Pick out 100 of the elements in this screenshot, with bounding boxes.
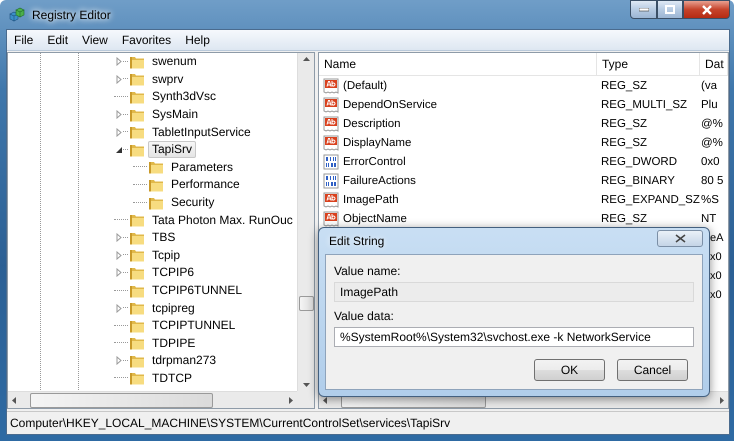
menu-item[interactable]: View xyxy=(75,33,115,47)
value-data: x0 xyxy=(710,270,722,282)
dialog-button[interactable]: OK xyxy=(534,359,605,381)
tree-item[interactable]: TapiSrv xyxy=(148,141,196,158)
value-type: REG_SZ xyxy=(601,136,648,148)
menu-item[interactable]: Edit xyxy=(40,33,76,47)
minimize-button[interactable] xyxy=(630,0,657,19)
string-value-icon xyxy=(323,116,339,132)
folder-icon xyxy=(129,371,145,386)
binary-value-icon xyxy=(323,154,339,170)
folder-icon xyxy=(129,318,145,333)
close-icon xyxy=(674,234,686,243)
close-button[interactable] xyxy=(683,0,730,19)
folder-icon xyxy=(129,213,145,228)
tree-item[interactable]: Tata Photon Max. RunOuc xyxy=(148,212,297,229)
close-icon xyxy=(700,4,712,14)
scroll-down-arrow-icon[interactable] xyxy=(302,381,310,388)
folder-icon xyxy=(129,108,145,122)
string-value-icon xyxy=(323,96,339,112)
expand-arrow-icon[interactable] xyxy=(114,128,123,137)
expand-arrow-icon[interactable] xyxy=(114,250,123,260)
scroll-up-arrow-icon[interactable] xyxy=(302,56,310,63)
scrollbar-thumb[interactable] xyxy=(30,393,213,408)
input-field[interactable]: %SystemRoot%\System32\svchost.exe -k NetworkService xyxy=(334,327,694,347)
scroll-right-arrow-icon[interactable] xyxy=(718,396,725,404)
folder-icon xyxy=(129,142,145,157)
column-header[interactable]: Dat xyxy=(700,53,728,75)
value-data: x0 xyxy=(710,288,722,300)
tree-item[interactable]: swprv xyxy=(148,70,188,88)
tree-item[interactable]: TBS xyxy=(148,229,180,246)
folder-icon xyxy=(129,90,145,104)
tree-item[interactable]: TCPIP6 xyxy=(148,264,198,282)
folder-icon xyxy=(129,266,145,280)
maximize-button[interactable] xyxy=(657,0,683,19)
menu-item[interactable]: Help xyxy=(178,33,217,47)
expand-arrow-icon[interactable] xyxy=(114,110,123,120)
folder-icon xyxy=(129,354,145,368)
vertical-scrollbar[interactable] xyxy=(297,53,314,391)
scroll-left-arrow-icon[interactable] xyxy=(322,396,329,404)
expand-arrow-icon[interactable] xyxy=(114,356,123,366)
value-data: Plu xyxy=(701,98,718,110)
minimize-icon xyxy=(638,8,648,12)
value-data: %S xyxy=(701,194,719,206)
value-name: ObjectName xyxy=(343,212,407,224)
horizontal-scrollbar[interactable] xyxy=(8,391,297,408)
string-value-icon xyxy=(323,192,339,208)
tree-item[interactable]: swenum xyxy=(148,53,201,70)
tree-item[interactable]: Performance xyxy=(167,176,244,194)
folder-icon xyxy=(129,125,145,140)
value-name: FailureActions xyxy=(343,174,416,186)
tree-item[interactable]: Parameters xyxy=(167,158,238,176)
tree-item[interactable]: Tcpip xyxy=(148,246,184,264)
tree-item[interactable]: tcpipreg xyxy=(148,300,199,317)
binary-value-icon xyxy=(323,172,339,188)
value-type: REG_MULTI_SZ xyxy=(601,98,688,110)
value-name: ImagePath xyxy=(343,194,399,206)
expand-arrow-icon[interactable] xyxy=(114,57,123,66)
close-button[interactable] xyxy=(657,230,703,247)
column-header[interactable]: Type xyxy=(597,53,700,75)
tree-item[interactable]: SysMain xyxy=(148,106,202,124)
tree-item[interactable]: TabletInputService xyxy=(148,124,255,141)
scrollbar-thumb[interactable] xyxy=(299,296,314,311)
value-data: (va xyxy=(701,80,717,92)
value-type: REG_SZ xyxy=(601,212,648,224)
tree-item[interactable]: TCPIPTUNNEL xyxy=(148,317,240,334)
input-field[interactable]: ImagePath xyxy=(334,282,694,302)
value-name: DisplayName xyxy=(343,136,412,148)
folder-icon xyxy=(129,54,145,69)
value-data: @% xyxy=(701,118,723,130)
menu-item[interactable]: Favorites xyxy=(114,33,178,47)
tree-item[interactable]: tdrpman273 xyxy=(148,352,220,370)
value-data: eA xyxy=(710,232,724,244)
menu-item[interactable]: File xyxy=(7,33,40,47)
value-type: REG_BINARY xyxy=(601,174,675,186)
expand-arrow-icon[interactable] xyxy=(114,233,123,242)
tree-item[interactable]: TDTCP xyxy=(148,370,196,387)
string-value-icon xyxy=(323,210,339,226)
value-data: 0x0 xyxy=(701,156,720,168)
dialog-title: Edit String xyxy=(328,234,384,248)
expand-arrow-icon[interactable] xyxy=(114,74,123,84)
collapse-arrow-icon[interactable] xyxy=(114,145,123,154)
tree-item[interactable]: Security xyxy=(167,194,218,212)
window-title: Registry Editor xyxy=(32,8,111,22)
value-data: 80 5 xyxy=(701,174,724,186)
expand-arrow-icon[interactable] xyxy=(114,268,123,278)
tree-item[interactable]: Synth3dVsc xyxy=(148,88,220,106)
tree-item[interactable]: TCPIP6TUNNEL xyxy=(148,282,246,300)
value-name: Description xyxy=(343,118,401,130)
expand-arrow-icon[interactable] xyxy=(114,304,123,313)
field-label: Value name: xyxy=(334,264,402,278)
string-value-icon xyxy=(323,134,339,150)
value-name: DependOnService xyxy=(343,98,437,110)
string-value-icon xyxy=(323,78,339,94)
scroll-right-arrow-icon[interactable] xyxy=(287,396,294,404)
value-data: NT xyxy=(701,212,716,224)
scroll-left-arrow-icon[interactable] xyxy=(11,396,18,404)
folder-icon xyxy=(129,284,145,298)
tree-item[interactable]: TDPIPE xyxy=(148,334,200,352)
dialog-button[interactable]: Cancel xyxy=(617,359,688,381)
column-header[interactable]: Name xyxy=(319,53,597,75)
